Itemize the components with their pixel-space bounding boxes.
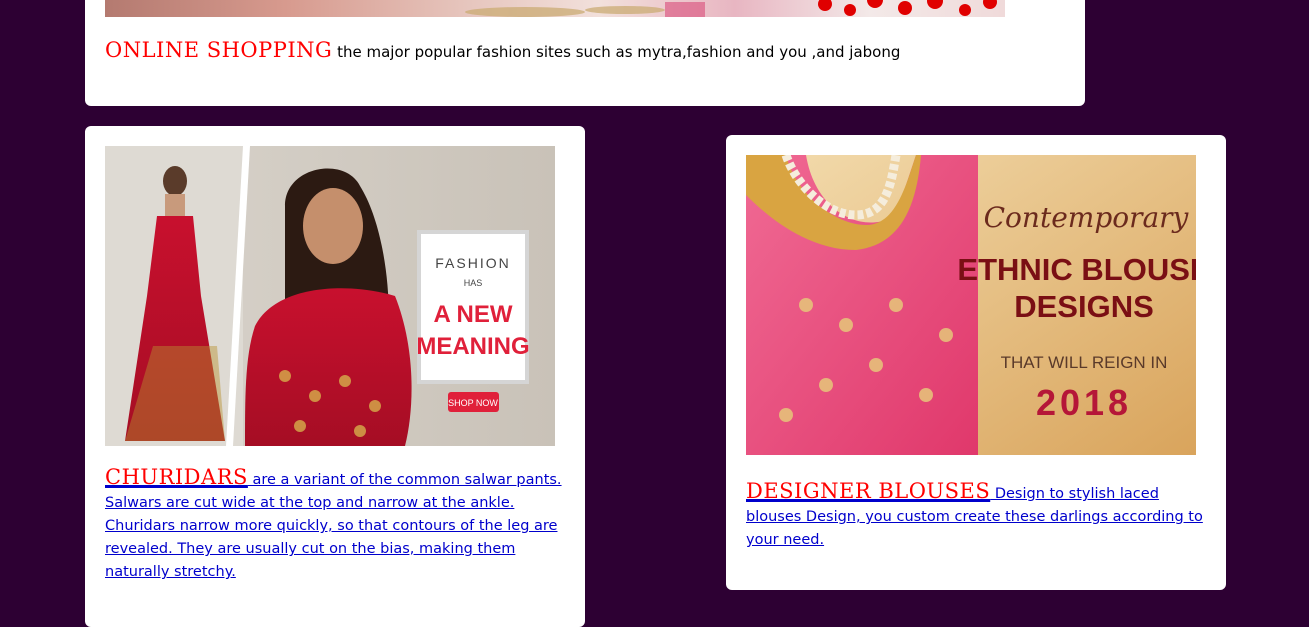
churidars-heading[interactable]: CHURIDARS [105,465,248,489]
sign-line1: FASHION [435,255,510,271]
designer-blouses-heading[interactable]: DESIGNER BLOUSES [746,479,990,503]
poster-line4: THAT WILL REIGN IN [1001,353,1168,372]
sign-line2: HAS [464,278,483,288]
online-shopping-description: the major popular fashion sites such as … [332,43,901,61]
sign-line3: A NEW [433,301,512,328]
churidars-card: FASHION HAS A NEW MEANING SHOP NOW CHURI… [85,126,585,627]
banner-image [105,0,1005,17]
online-shopping-heading: ONLINE SHOPPING [105,38,333,62]
poster-line3: DESIGNS [1014,289,1154,324]
poster-line2: ETHNIC BLOUSE [957,252,1196,287]
blouse-image[interactable]: Contemporary ETHNIC BLOUSE DESIGNS THAT … [746,155,1196,455]
online-shopping-card: ONLINE SHOPPING the major popular fashio… [85,0,1085,106]
designer-blouses-card: Contemporary ETHNIC BLOUSE DESIGNS THAT … [726,135,1226,590]
churidars-image[interactable]: FASHION HAS A NEW MEANING SHOP NOW [105,146,555,446]
online-shopping-text: ONLINE SHOPPING the major popular fashio… [105,38,900,62]
sign-line4: MEANING [416,333,529,360]
poster-line5: 2018 [1036,382,1132,423]
designer-blouses-link[interactable]: DESIGNER BLOUSES Design to stylish laced… [746,480,1206,552]
shop-now-label: SHOP NOW [448,398,498,408]
poster-line1: Contemporary [984,201,1190,234]
churidars-link[interactable]: CHURIDARS are a variant of the common sa… [105,466,565,584]
